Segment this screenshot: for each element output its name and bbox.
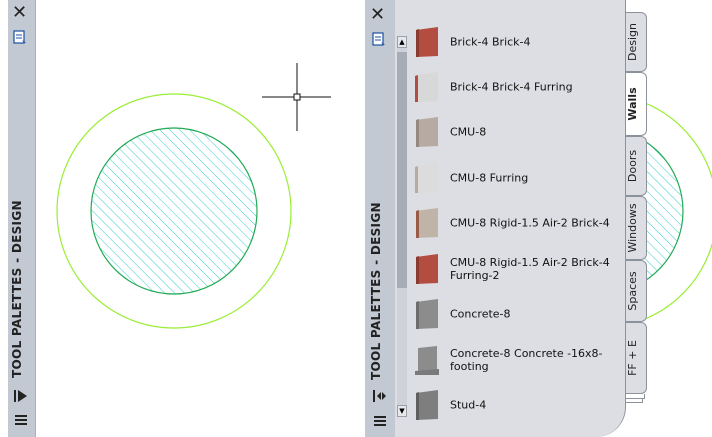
tab-label: Design <box>626 23 639 61</box>
tab-doors[interactable]: Doors <box>626 136 647 196</box>
hatched-column[interactable] <box>90 127 258 295</box>
cmu-brick-furring-wall-icon <box>416 254 438 284</box>
left-palette-strip[interactable]: ✕ TOOL PALETTES - DESIGN <box>8 0 36 437</box>
tab-stack-edge <box>626 398 643 403</box>
palette-menu-icon[interactable] <box>14 413 28 427</box>
tool-item[interactable]: CMU-8 Rigid-1.5 Air-2 Brick-4 Furring-2 <box>412 246 617 291</box>
tool-item[interactable]: Brick-4 Brick-4 <box>412 19 617 64</box>
tool-item[interactable]: CMU-8 Furring <box>412 155 617 200</box>
cmu-wall-icon <box>416 117 438 147</box>
palette-title: TOOL PALETTES - DESIGN <box>10 200 24 378</box>
palette-title: TOOL PALETTES - DESIGN <box>369 202 383 380</box>
cmu-brick-wall-icon <box>416 208 438 238</box>
properties-icon[interactable] <box>372 32 386 46</box>
tab-spaces[interactable]: Spaces <box>626 260 647 322</box>
tab-design[interactable]: Design <box>626 12 647 72</box>
tab-ff-e[interactable]: FF + E <box>626 322 647 394</box>
tool-label: CMU-8 Rigid-1.5 Air-2 Brick-4 Furring-2 <box>450 255 610 282</box>
tab-label: Doors <box>626 149 639 183</box>
tool-label: Brick-4 Brick-4 <box>450 35 531 48</box>
concrete-footing-wall-icon <box>415 346 439 375</box>
tool-label: CMU-8 Rigid-1.5 Air-2 Brick-4 <box>450 216 610 229</box>
scroll-up-icon[interactable]: ▲ <box>397 36 407 48</box>
tool-item[interactable]: CMU-8 <box>412 109 617 154</box>
auto-hide-icon[interactable] <box>13 389 29 403</box>
right-palette-strip[interactable]: ✕ TOOL PALETTES - DESIGN <box>365 0 395 437</box>
properties-icon[interactable] <box>13 30 27 44</box>
tool-label: Brick-4 Brick-4 Furring <box>450 80 573 93</box>
tool-item[interactable]: Brick-4 Brick-4 Furring <box>412 64 617 109</box>
scroll-down-icon[interactable]: ▼ <box>397 405 407 417</box>
brick-wall-icon <box>416 27 438 57</box>
close-icon[interactable]: ✕ <box>370 6 385 24</box>
tab-label: FF + E <box>626 340 639 376</box>
tool-label: CMU-8 <box>450 125 487 138</box>
tool-item[interactable]: Stud-4 <box>412 382 617 427</box>
tab-label: Spaces <box>626 271 639 311</box>
tab-walls[interactable]: Walls <box>626 72 647 136</box>
tool-label: CMU-8 Furring <box>450 171 529 184</box>
tool-item[interactable]: CMU-8 Rigid-1.5 Air-2 Brick-4 <box>412 200 617 245</box>
tool-item[interactable]: Concrete-8 <box>412 291 617 336</box>
close-icon[interactable]: ✕ <box>12 4 27 22</box>
tab-label: Windows <box>626 203 639 253</box>
tool-label: Stud-4 <box>450 398 487 411</box>
crosshair-cursor-icon <box>262 63 331 131</box>
tool-label: Concrete-8 Concrete -16x8-footing <box>450 346 603 373</box>
stud-wall-icon <box>416 390 438 420</box>
tab-label: Walls <box>626 87 639 121</box>
scrollbar-thumb[interactable] <box>397 52 407 288</box>
tool-item[interactable]: Concrete-8 Concrete -16x8-footing <box>412 337 617 382</box>
brick-furring-wall-icon <box>415 72 438 102</box>
palette-menu-icon[interactable] <box>373 414 387 428</box>
concrete-wall-icon <box>416 299 438 329</box>
tab-windows[interactable]: Windows <box>626 196 647 260</box>
expand-collapse-icon[interactable] <box>372 389 388 403</box>
tool-label: Concrete-8 <box>450 307 511 320</box>
cmu-furring-wall-icon <box>415 163 438 193</box>
